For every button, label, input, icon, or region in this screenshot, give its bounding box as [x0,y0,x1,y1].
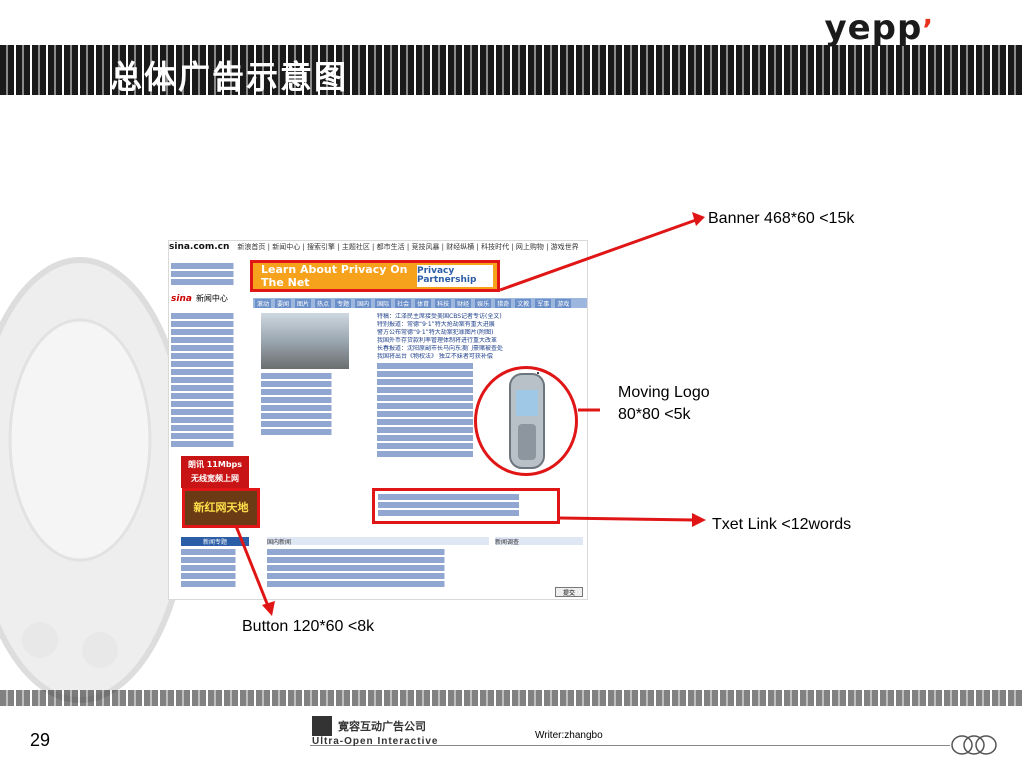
callout-logo-label-line1: Moving Logo [618,384,710,401]
callout-arrows [234,212,706,616]
callout-button-label: Button 120*60 <8k [242,618,375,635]
callout-textlink-label: Txet Link <12words [712,516,852,533]
company-logo: 寛容互动广告公司 Ultra-Open Interactive [312,716,438,747]
callout-logo-label-line2: 80*80 <5k [618,406,691,423]
rings-logo-icon [951,735,997,755]
callout-banner-label: Banner 468*60 <15k [708,210,855,227]
page-number: 29 [30,730,51,750]
writer-credit: Writer:zhangbo [535,730,603,741]
company-name-cn: 寛容互动广告公司 [338,721,426,733]
company-mark-icon [312,716,332,736]
company-name-en: Ultra-Open Interactive [312,736,439,747]
